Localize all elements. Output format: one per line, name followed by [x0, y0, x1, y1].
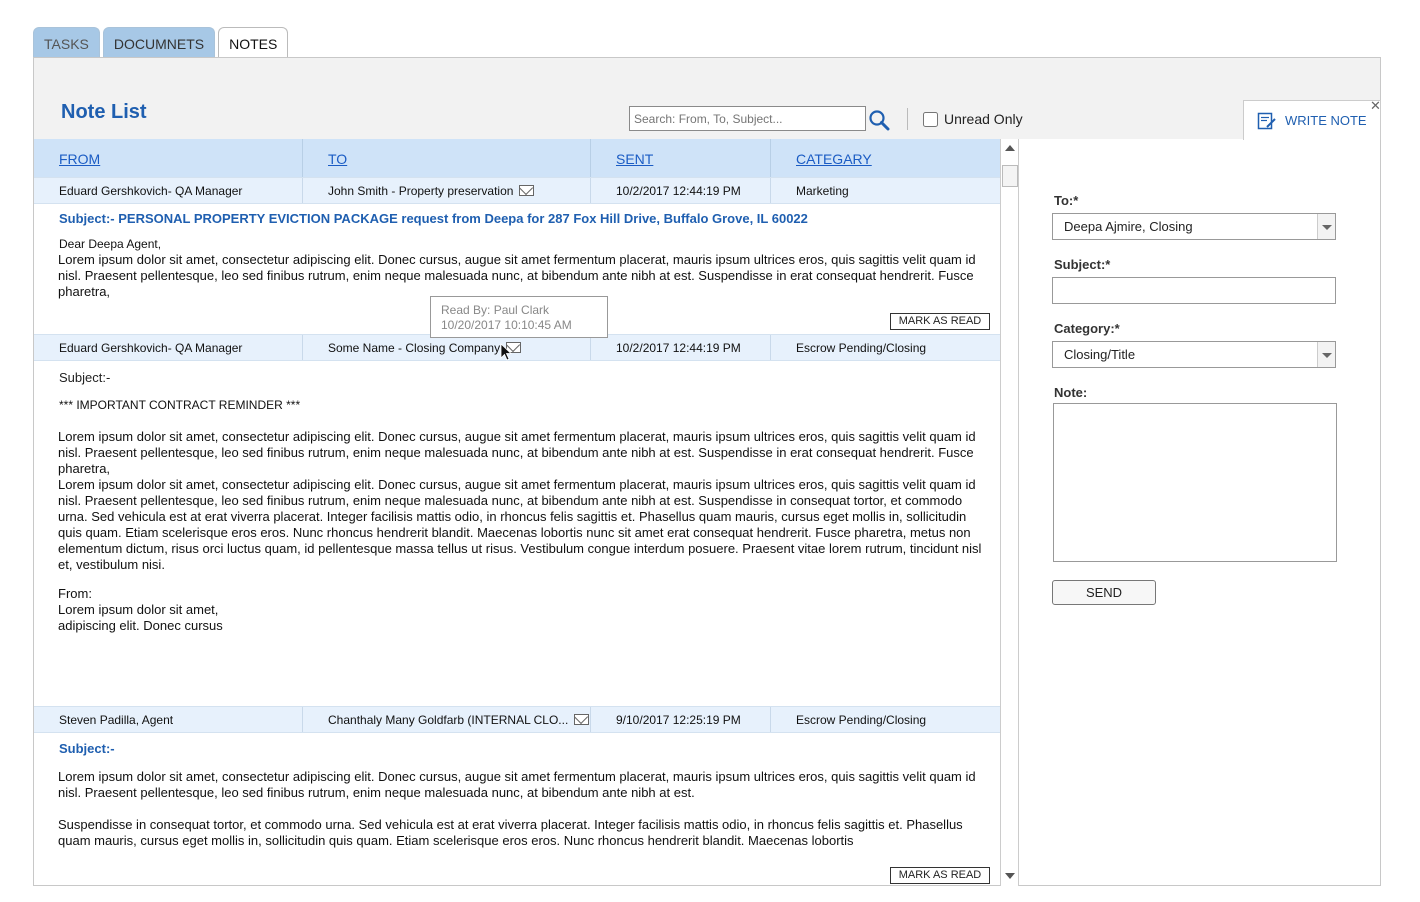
row-sent: 10/2/2017 12:44:19 PM — [591, 178, 771, 203]
table-row[interactable]: Steven Padilla, Agent Chanthaly Many Gol… — [34, 706, 1000, 733]
category-select[interactable]: Closing/Title — [1052, 341, 1336, 368]
mark-as-read-button[interactable]: MARK AS READ — [890, 313, 990, 330]
list-scrollbar[interactable] — [1001, 139, 1019, 886]
row-to: John Smith - Property preservation — [303, 178, 591, 203]
page-title: Note List — [61, 101, 147, 123]
write-note-label: WRITE NOTE — [1285, 113, 1367, 128]
chevron-down-icon — [1317, 214, 1335, 239]
notes-panel: Note List Unread Only WRITE NOTE ✕ FROM … — [33, 57, 1381, 886]
unread-only-label: Unread Only — [944, 111, 1023, 127]
note-body: Lorem ipsum dolor sit amet, consectetur … — [58, 429, 976, 476]
category-label: Category:* — [1054, 321, 1120, 336]
toolbar-divider — [907, 108, 908, 130]
note-greeting: Dear Deepa Agent, — [59, 237, 162, 251]
note-signature: adipiscing elit. Donec cursus — [58, 618, 223, 633]
row-from: Steven Padilla, Agent — [34, 707, 303, 732]
row-from: Eduard Gershkovich- QA Manager — [34, 335, 303, 360]
column-from[interactable]: FROM — [34, 139, 303, 177]
note-subject: Subject:- — [59, 741, 115, 756]
envelope-icon[interactable] — [574, 714, 590, 725]
envelope-icon[interactable] — [519, 185, 535, 196]
note-textarea[interactable] — [1053, 403, 1337, 562]
to-select[interactable]: Deepa Ajmire, Closing — [1052, 213, 1336, 240]
scroll-up-icon[interactable] — [1005, 145, 1015, 151]
note-subject: Subject:- PERSONAL PROPERTY EVICTION PAC… — [59, 211, 808, 226]
row-to: Some Name - Closing Company — [303, 335, 591, 360]
row-sent: 9/10/2017 12:25:19 PM — [591, 707, 771, 732]
search-input[interactable] — [629, 106, 866, 131]
column-sent[interactable]: SENT — [591, 139, 771, 177]
note-signature: Lorem ipsum dolor sit amet, — [58, 602, 219, 617]
close-icon[interactable]: ✕ — [1370, 98, 1381, 114]
note-list: FROM TO SENT CATEGARY Eduard Gershkovich… — [34, 139, 1001, 886]
scroll-down-icon[interactable] — [1005, 873, 1015, 879]
subject-input[interactable] — [1052, 277, 1336, 304]
to-select-value: Deepa Ajmire, Closing — [1064, 219, 1193, 234]
column-category[interactable]: CATEGARY — [771, 139, 1000, 177]
to-label: To:* — [1054, 193, 1079, 208]
row-category: Marketing — [796, 183, 849, 198]
row-category: Escrow Pending/Closing — [796, 712, 927, 727]
note-label: Note: — [1054, 385, 1088, 400]
row-to: Chanthaly Many Goldfarb (INTERNAL CLO... — [303, 707, 591, 732]
unread-only-checkbox[interactable] — [923, 111, 938, 127]
column-header-row: FROM TO SENT CATEGARY — [34, 139, 1000, 177]
write-note-button[interactable]: WRITE NOTE — [1243, 100, 1381, 140]
write-note-icon — [1257, 112, 1276, 129]
mark-as-read-button[interactable]: MARK AS READ — [890, 867, 990, 884]
column-to[interactable]: TO — [303, 139, 591, 177]
row-from: Eduard Gershkovich- QA Manager — [34, 178, 303, 203]
table-row[interactable]: Eduard Gershkovich- QA Manager Some Name… — [34, 334, 1000, 361]
note-body: Lorem ipsum dolor sit amet, consectetur … — [58, 769, 976, 800]
note-body: Lorem ipsum dolor sit amet, consectetur … — [58, 252, 976, 299]
table-row[interactable]: Eduard Gershkovich- QA Manager John Smit… — [34, 177, 1000, 204]
tab-notes[interactable]: NOTES — [218, 27, 289, 59]
tab-documents[interactable]: DOCUMNETS — [102, 27, 216, 58]
row-sent: 10/2/2017 12:44:19 PM — [591, 335, 771, 360]
row-category: Escrow Pending/Closing — [796, 340, 927, 355]
scroll-thumb[interactable] — [1002, 165, 1018, 187]
note-from-label: From: — [58, 586, 92, 601]
tab-tasks[interactable]: TASKS — [33, 27, 100, 58]
subject-label: Subject:* — [1054, 257, 1111, 272]
search-icon[interactable] — [868, 109, 890, 131]
note-body: Lorem ipsum dolor sit amet, consectetur … — [58, 477, 982, 572]
unread-only-toggle[interactable]: Unread Only — [923, 111, 1023, 127]
tooltip-timestamp: 10/20/2017 10:10:45 AM — [441, 318, 572, 332]
note-body: Suspendisse in consequat tortor, et comm… — [58, 817, 963, 848]
mouse-cursor-icon — [500, 343, 512, 361]
tooltip-read-by: Read By: Paul Clark — [441, 303, 550, 317]
note-reminder: *** IMPORTANT CONTRACT REMINDER *** — [59, 398, 301, 412]
chevron-down-icon — [1317, 342, 1335, 367]
send-button[interactable]: SEND — [1052, 580, 1156, 605]
category-select-value: Closing/Title — [1064, 347, 1136, 362]
tab-bar: TASKS DOCUMNETS NOTES — [33, 27, 291, 59]
read-by-tooltip: Read By: Paul Clark 10/20/2017 10:10:45 … — [430, 296, 608, 338]
note-subject: Subject:- — [59, 370, 111, 385]
